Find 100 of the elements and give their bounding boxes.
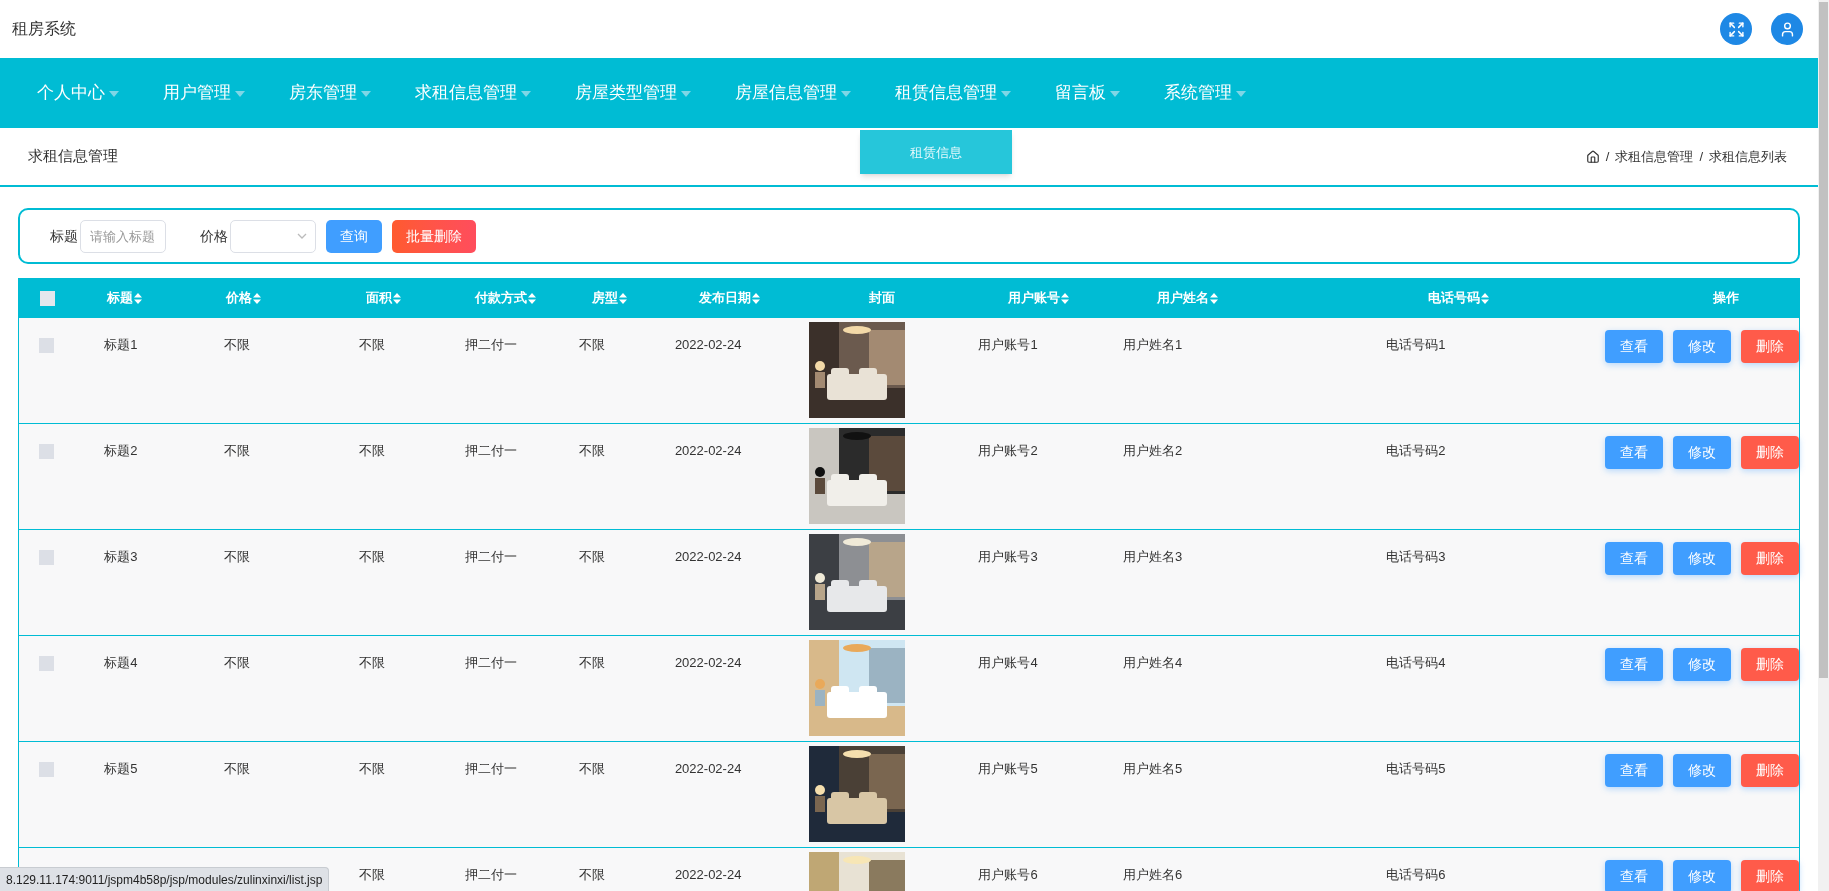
- nav-menu-item[interactable]: 租赁信息管理: [895, 80, 1011, 106]
- table-cell-text: 不限: [223, 442, 250, 460]
- title-input[interactable]: 请输入标题: [80, 219, 166, 253]
- table-cell-text: 用户姓名3: [1123, 548, 1183, 566]
- fullscreen-button[interactable]: [1720, 13, 1752, 45]
- column-header[interactable]: 用户账号: [1007, 288, 1069, 308]
- nav-menu-item[interactable]: 求租信息管理: [415, 80, 531, 106]
- sort-icon: [1060, 292, 1069, 304]
- table-cell-text: 不限: [578, 442, 605, 460]
- column-header[interactable]: 用户姓名: [1156, 288, 1218, 308]
- row-checkbox[interactable]: [39, 762, 55, 777]
- column-header[interactable]: 标题: [106, 288, 142, 308]
- dropdown-item[interactable]: 租赁信息: [860, 138, 1012, 167]
- column-header[interactable]: 电话号码: [1427, 288, 1489, 308]
- delete-button[interactable]: 删除: [1741, 436, 1799, 469]
- sort-icon: [618, 292, 627, 304]
- batch-delete-button[interactable]: 批量删除: [392, 219, 476, 253]
- column-header[interactable]: 价格: [226, 288, 261, 308]
- edit-button[interactable]: 修改: [1673, 860, 1731, 891]
- view-button[interactable]: 查看: [1605, 648, 1663, 681]
- sort-icon: [133, 292, 142, 304]
- nav-menu-item[interactable]: 用户管理: [163, 80, 245, 106]
- table-cell-text: 标题1: [104, 336, 138, 354]
- table-cell-text: 不限: [578, 654, 605, 672]
- delete-button[interactable]: 删除: [1741, 648, 1799, 681]
- status-bar: 8.129.11.174:9011/jspm4b58p/jsp/modules/zulinxinxi/list.jsp: [0, 867, 330, 891]
- edit-button[interactable]: 修改: [1673, 330, 1731, 363]
- nav-menu-item[interactable]: 个人中心: [37, 80, 119, 106]
- table-cell-text: 不限: [359, 760, 386, 778]
- scrollbar[interactable]: [1818, 0, 1829, 891]
- nav-menu-item[interactable]: 房屋信息管理: [735, 80, 851, 106]
- nav-menu-item[interactable]: 房屋类型管理: [575, 80, 691, 106]
- table-cell-text: 2022-02-24: [674, 548, 742, 566]
- sort-icon: [1480, 292, 1489, 304]
- delete-button[interactable]: 删除: [1741, 542, 1799, 575]
- column-header[interactable]: 付款方式: [474, 288, 536, 308]
- delete-button[interactable]: 删除: [1741, 754, 1799, 787]
- table-cell-text: 标题5: [104, 760, 138, 778]
- table-cell-text: 电话号码6: [1386, 866, 1446, 884]
- table-cell-text: 押二付一: [464, 442, 517, 460]
- edit-button[interactable]: 修改: [1673, 648, 1731, 681]
- view-button[interactable]: 查看: [1605, 860, 1663, 891]
- column-header[interactable]: 发布日期: [698, 288, 760, 308]
- caret-icon: [1001, 91, 1011, 97]
- table-cell-text: 用户账号3: [978, 548, 1038, 566]
- query-button[interactable]: 查询: [326, 219, 382, 253]
- row-checkbox[interactable]: [39, 656, 55, 671]
- table-cell-text: 标题2: [104, 442, 138, 460]
- nav-menu-item[interactable]: 系统管理: [1164, 80, 1246, 106]
- edit-button[interactable]: 修改: [1673, 542, 1731, 575]
- table-cell-text: 不限: [359, 548, 386, 566]
- table-cell-text: 电话号码1: [1386, 336, 1446, 354]
- table-cell-text: 电话号码2: [1386, 442, 1446, 460]
- delete-button[interactable]: 删除: [1741, 330, 1799, 363]
- table-cell-text: 电话号码3: [1386, 548, 1446, 566]
- table-cell-text: 不限: [359, 654, 386, 672]
- table-cell-text: 用户账号6: [978, 866, 1038, 884]
- delete-button[interactable]: 删除: [1741, 860, 1799, 891]
- table-cell-text: 用户账号4: [978, 654, 1038, 672]
- table-cell-text: 押二付一: [464, 336, 517, 354]
- edit-button[interactable]: 修改: [1673, 436, 1731, 469]
- table-cell-text: 不限: [578, 548, 605, 566]
- row-checkbox[interactable]: [39, 444, 55, 459]
- table-cell-text: 2022-02-24: [674, 654, 742, 672]
- table-cell-text: 不限: [578, 336, 605, 354]
- view-button[interactable]: 查看: [1605, 542, 1663, 575]
- caret-icon: [235, 91, 245, 97]
- table-cell-text: 不限: [359, 336, 386, 354]
- table-cell-text: 2022-02-24: [674, 442, 742, 460]
- view-button[interactable]: 查看: [1605, 754, 1663, 787]
- table-cell-text: 用户账号2: [978, 442, 1038, 460]
- table-cell-text: 不限: [359, 442, 386, 460]
- nav-menu-item[interactable]: 留言板: [1055, 80, 1120, 106]
- row-checkbox[interactable]: [39, 550, 55, 565]
- table-cell-text: 用户姓名6: [1123, 866, 1183, 884]
- nav-menu-item[interactable]: 房东管理: [289, 80, 371, 106]
- view-button[interactable]: 查看: [1605, 436, 1663, 469]
- caret-icon: [521, 91, 531, 97]
- column-header[interactable]: 面积: [365, 288, 401, 308]
- table-cell-text: 不限: [223, 336, 250, 354]
- table-cell-text: 不限: [223, 548, 250, 566]
- caret-icon: [109, 91, 119, 97]
- select-all-checkbox[interactable]: [40, 290, 55, 306]
- home-icon[interactable]: [1585, 149, 1600, 164]
- row-checkbox[interactable]: [39, 338, 55, 353]
- edit-button[interactable]: 修改: [1673, 754, 1731, 787]
- user-button[interactable]: [1771, 13, 1803, 45]
- sort-icon: [253, 292, 261, 304]
- column-header: 封面: [869, 289, 895, 308]
- table-cell-text: 电话号码4: [1386, 654, 1446, 672]
- price-select[interactable]: [230, 219, 316, 253]
- table-cell-text: 押二付一: [464, 866, 517, 884]
- app-title: 租房系统: [12, 19, 76, 39]
- column-header[interactable]: 房型: [591, 288, 627, 308]
- view-button[interactable]: 查看: [1605, 330, 1663, 363]
- sort-icon: [527, 292, 536, 304]
- table-cell-text: 用户姓名5: [1123, 760, 1183, 778]
- chevron-down-icon: [297, 233, 307, 239]
- caret-icon: [361, 91, 371, 97]
- breadcrumb-item[interactable]: 求租信息管理: [1615, 146, 1694, 167]
